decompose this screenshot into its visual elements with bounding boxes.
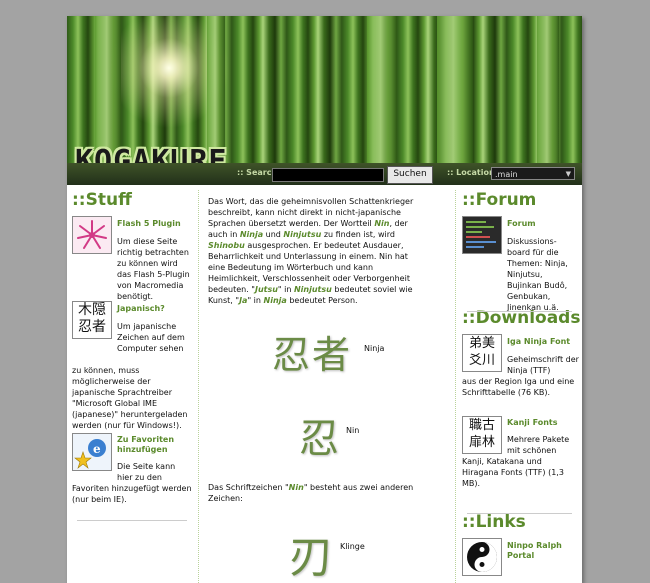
favoriten-desc-b: Favoriten hinzugefügt werden (nur beim I… bbox=[72, 484, 192, 504]
kanji-klinge-label: Klinge bbox=[340, 542, 365, 551]
iga-font-link[interactable]: Iga Ninja Font bbox=[507, 337, 570, 347]
japanisch-desc-a: Um japanische Zeichen auf dem Computer s… bbox=[117, 322, 185, 353]
forum-link[interactable]: Forum bbox=[507, 219, 536, 229]
kanji-ninja-label: Ninja bbox=[364, 344, 385, 353]
header-banner: KOGAKURE bbox=[67, 16, 582, 163]
page: KOGAKURE :: Search Suchen :: Location .m… bbox=[67, 16, 582, 583]
flash-plugin-desc: Um diese Seite richtig betrachten zu kön… bbox=[117, 237, 190, 301]
search-button[interactable]: Suchen bbox=[387, 166, 433, 184]
ninpo-ralph-link[interactable]: Ninpo Ralph Portal bbox=[507, 541, 577, 561]
location-value: .main bbox=[495, 170, 518, 179]
svg-text:e: e bbox=[93, 442, 101, 456]
favorites-star-icon[interactable]: e bbox=[72, 433, 112, 471]
favoriten-title[interactable]: Zu Favoriten hinzufügen bbox=[117, 435, 187, 455]
stuff-column: ::Stuff Flash 5 Plugin Um diese Seite ri… bbox=[72, 190, 192, 521]
divider bbox=[467, 311, 572, 312]
flash-plugin-title[interactable]: Flash 5 Plugin bbox=[117, 219, 181, 229]
intro-paragraph: Das Wort, das die geheimnisvollen Schatt… bbox=[208, 197, 414, 305]
forum-title: ::Forum bbox=[462, 190, 537, 210]
iga-font-desc-b: aus der Region Iga und eine Schrifttabel… bbox=[462, 377, 575, 397]
kanji-paragraph: Das Schriftzeichen "Nin" besteht aus zwe… bbox=[208, 483, 414, 503]
kanji-fonts-item: 職古 扉林 Kanji Fonts Mehrere Pakete mit sch… bbox=[462, 416, 577, 508]
right-column: ::Forum Forum Diskussions-board für die … bbox=[462, 190, 580, 578]
forum-item: Forum Diskussions-board für die Themen: … bbox=[462, 216, 577, 312]
japanisch-title[interactable]: Japanisch? bbox=[117, 304, 165, 314]
forum-icon[interactable] bbox=[462, 216, 502, 254]
chevron-down-icon: ▼ bbox=[565, 170, 571, 178]
links-title: ::Links bbox=[462, 512, 526, 532]
japanisch-desc-b: zu können, muss möglicherweise der japan… bbox=[72, 366, 188, 430]
japanisch-item: 木隠忍者 Japanisch? Um japanische Zeichen au… bbox=[72, 301, 192, 433]
kanji-fonts-desc-a: Mehrere Pakete mit schönen bbox=[507, 435, 570, 455]
flash-plugin-item: Flash 5 Plugin Um diese Seite richtig be… bbox=[72, 216, 192, 301]
japanese-characters-icon[interactable]: 木隠忍者 bbox=[72, 301, 112, 339]
location-select[interactable]: .main ▼ bbox=[491, 167, 575, 180]
kanji-fonts-desc-b: Kanji, Katakana und Hiragana Fonts (TTF)… bbox=[462, 457, 564, 488]
kanji-fonts-link[interactable]: Kanji Fonts bbox=[507, 418, 557, 428]
kanji-ninja: 忍者 bbox=[272, 333, 353, 377]
search-input[interactable] bbox=[272, 168, 384, 182]
location-label: :: Location bbox=[447, 168, 495, 177]
iga-font-desc-a: Geheimschrift der Ninja (TTF) bbox=[507, 355, 579, 375]
ninpo-ralph-item: Ninpo Ralph Portal bbox=[462, 538, 577, 578]
iga-font-item: 弟美 爻川 Iga Ninja Font Geheimschrift der N… bbox=[462, 334, 579, 416]
kanji-klinge: 刃 bbox=[289, 532, 333, 583]
favoriten-item: e Zu Favoriten hinzufügen Die Seite kann… bbox=[72, 433, 192, 513]
kanji-fonts-icon[interactable]: 職古 扉林 bbox=[462, 416, 502, 454]
forum-desc: Diskussions-board für die Themen: Ninja,… bbox=[507, 237, 568, 312]
favoriten-desc-a: Die Seite kann hier zu den bbox=[117, 462, 176, 482]
divider bbox=[467, 513, 572, 514]
yin-yang-icon[interactable] bbox=[462, 538, 502, 576]
main-content: Das Wort, das die geheimnisvollen Schatt… bbox=[208, 196, 424, 312]
iga-font-icon[interactable]: 弟美 爻川 bbox=[462, 334, 502, 372]
stuff-title: ::Stuff bbox=[72, 190, 132, 210]
site-logo[interactable]: KOGAKURE bbox=[75, 147, 228, 164]
kanji-nin-label: Nin bbox=[346, 426, 360, 435]
kanji-nin: 忍 bbox=[299, 416, 339, 462]
divider bbox=[77, 520, 187, 521]
flash-icon[interactable] bbox=[72, 216, 112, 254]
nav-bar: :: Search Suchen :: Location .main ▼ bbox=[67, 163, 582, 185]
